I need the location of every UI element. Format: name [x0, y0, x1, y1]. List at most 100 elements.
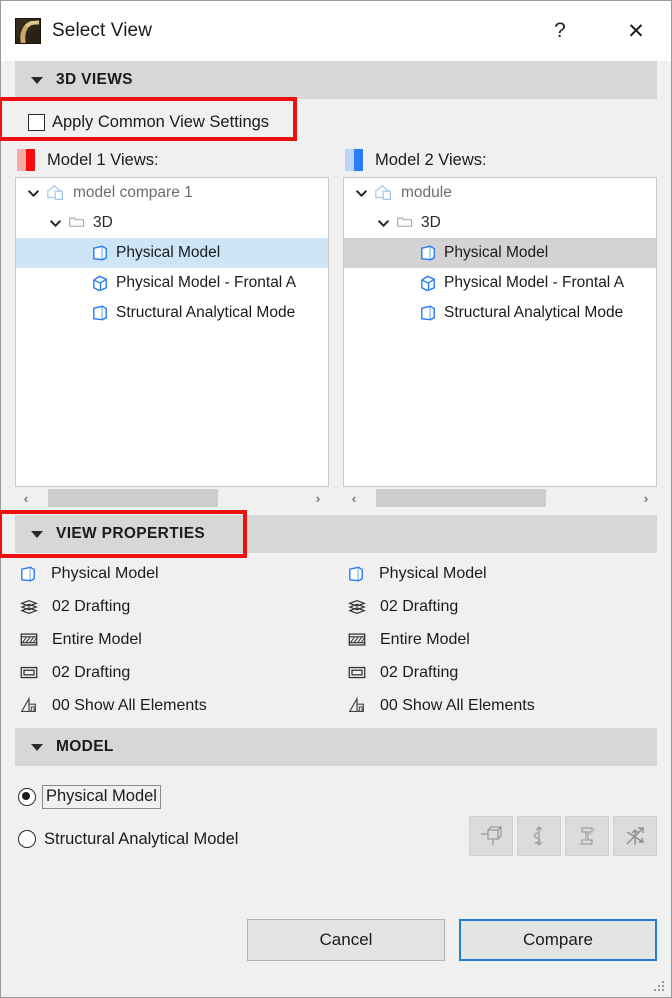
model-2-scroll-thumb[interactable] [376, 489, 546, 507]
resize-grip-icon[interactable] [654, 981, 666, 993]
chevron-down-icon[interactable] [372, 217, 394, 230]
model-1-hscrollbar[interactable]: ‹ › [15, 487, 329, 509]
tree-item-label: Physical Model [116, 244, 220, 262]
model-1-color-swatch [17, 149, 35, 171]
apply-common-view-settings-checkbox[interactable] [28, 114, 45, 131]
section-header-3d-views[interactable]: 3D VIEWS [15, 61, 657, 99]
view-property-row: 00 Show All Elements [343, 689, 657, 722]
model-view-options-icon [18, 696, 40, 716]
view-property-row: 02 Drafting [15, 590, 329, 623]
apply-common-view-settings-row[interactable]: Apply Common View Settings [15, 101, 657, 143]
tree-item[interactable]: model compare 1 [16, 178, 328, 208]
scroll-left-icon[interactable]: ‹ [15, 487, 37, 509]
triangle-down-icon [31, 77, 43, 84]
tree-item-label: 3D [93, 214, 113, 232]
beam-profile-icon[interactable] [565, 816, 609, 856]
view-property-label: 00 Show All Elements [380, 697, 535, 715]
model-1-header: Model 1 Views: [15, 143, 329, 177]
tree-item-label: Physical Model - Frontal A [116, 274, 296, 292]
model-2-header: Model 2 Views: [343, 143, 657, 177]
axonometric-box-icon [418, 242, 439, 264]
chevron-down-icon[interactable] [350, 187, 372, 200]
archicad-app-icon [15, 18, 41, 44]
axonometric-box-icon [346, 563, 367, 585]
view-property-row: Entire Model [15, 623, 329, 656]
model-2-column: Model 2 Views: module 3D Physical Model Phy… [343, 143, 657, 509]
tree-item[interactable]: Structural Analytical Mode [344, 298, 656, 328]
axonometric-box-icon [418, 302, 439, 324]
axis-arrows-icon[interactable] [613, 816, 657, 856]
mirror-axis-icon[interactable] [517, 816, 561, 856]
model-1-scroll-thumb[interactable] [48, 489, 218, 507]
tree-item-label: module [401, 184, 452, 202]
model-1-header-label: Model 1 Views: [47, 151, 159, 170]
model-1-view-tree[interactable]: model compare 1 3DPhysical Model Physical … [15, 177, 329, 487]
graphic-override-icon [18, 663, 40, 683]
section-header-model[interactable]: MODEL [15, 728, 657, 766]
close-icon[interactable]: ✕ [609, 8, 663, 54]
tree-item[interactable]: module [344, 178, 656, 208]
tree-item[interactable]: 3D [16, 208, 328, 238]
scroll-right-icon[interactable]: › [307, 487, 329, 509]
tree-item-label: Physical Model - Frontal A [444, 274, 624, 292]
select-view-dialog: Select View ? ✕ 3D VIEWS Apply Common Vi… [0, 0, 672, 998]
section-title-model: MODEL [56, 738, 114, 756]
view-property-row: Physical Model [15, 557, 329, 590]
compare-button[interactable]: Compare [459, 919, 657, 961]
place-object-icon[interactable] [469, 816, 513, 856]
structural-analytical-model-radio[interactable] [18, 830, 36, 848]
model-2-hscrollbar[interactable]: ‹ › [343, 487, 657, 509]
section-header-view-properties[interactable]: VIEW PROPERTIES [15, 515, 657, 553]
axonometric-cube-icon [90, 272, 111, 294]
view-property-label: 00 Show All Elements [52, 697, 207, 715]
model-toolbar [469, 816, 657, 856]
folder-icon [394, 214, 416, 232]
physical-model-radio[interactable] [18, 788, 36, 806]
chevron-down-icon[interactable] [44, 217, 66, 230]
title-bar: Select View ? ✕ [1, 1, 671, 61]
chevron-down-icon[interactable] [22, 187, 44, 200]
model-2-view-properties: Physical Model 02 Drafting Entire Model 02 … [343, 557, 657, 722]
layers-icon [18, 597, 40, 617]
tree-item-label: Structural Analytical Mode [444, 304, 623, 322]
cancel-button[interactable]: Cancel [247, 919, 445, 961]
model-2-view-tree[interactable]: module 3D Physical Model Physical Model - F… [343, 177, 657, 487]
view-property-label: 02 Drafting [380, 664, 458, 682]
view-property-row: 00 Show All Elements [15, 689, 329, 722]
help-icon[interactable]: ? [537, 8, 583, 54]
tree-item-label: Structural Analytical Mode [116, 304, 295, 322]
model-2-color-swatch [345, 149, 363, 171]
view-property-label: Physical Model [379, 565, 487, 583]
tree-item[interactable]: Physical Model [344, 238, 656, 268]
section-title-view-properties: VIEW PROPERTIES [56, 525, 205, 543]
view-property-label: 02 Drafting [52, 664, 130, 682]
tree-item[interactable]: Physical Model - Frontal A [344, 268, 656, 298]
view-properties-columns: Physical Model 02 Drafting Entire Model 02 … [15, 557, 657, 722]
page-title: Select View [52, 20, 152, 42]
view-property-row: 02 Drafting [343, 656, 657, 689]
tree-item[interactable]: Physical Model - Frontal A [16, 268, 328, 298]
tree-item[interactable]: Physical Model [16, 238, 328, 268]
view-property-row: Entire Model [343, 623, 657, 656]
scroll-left-icon[interactable]: ‹ [343, 487, 365, 509]
view-property-label: Entire Model [52, 631, 142, 649]
section-title-3d-views: 3D VIEWS [56, 71, 133, 89]
model-2-scroll-track[interactable] [365, 487, 635, 509]
tree-item-label: Physical Model [444, 244, 548, 262]
view-property-label: Entire Model [380, 631, 470, 649]
tree-item[interactable]: Structural Analytical Mode [16, 298, 328, 328]
scroll-right-icon[interactable]: › [635, 487, 657, 509]
model-option-physical-row[interactable]: Physical Model [15, 776, 657, 818]
axonometric-box-icon [90, 242, 111, 264]
model-1-view-properties: Physical Model 02 Drafting Entire Model 02 … [15, 557, 329, 722]
layers-icon [346, 597, 368, 617]
model-1-scroll-track[interactable] [37, 487, 307, 509]
project-house-icon [44, 183, 68, 203]
tree-item[interactable]: 3D [344, 208, 656, 238]
view-property-label: 02 Drafting [52, 598, 130, 616]
view-property-row: 02 Drafting [343, 590, 657, 623]
dialog-footer: Cancel Compare [1, 907, 671, 998]
view-property-row: Physical Model [343, 557, 657, 590]
physical-model-label: Physical Model [42, 785, 161, 809]
renovation-filter-icon [346, 630, 368, 650]
